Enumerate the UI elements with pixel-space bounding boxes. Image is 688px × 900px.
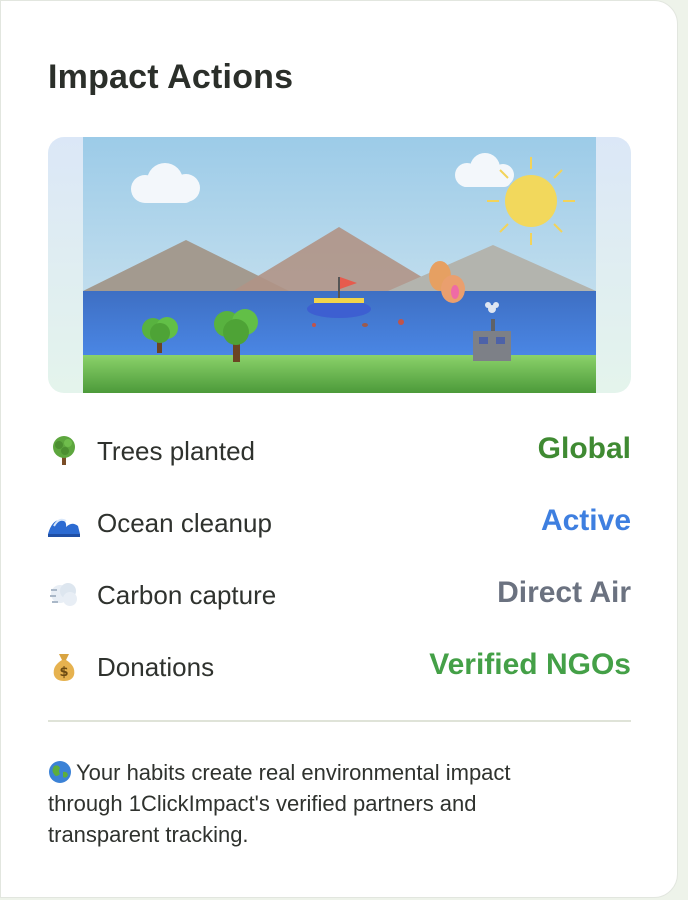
impact-note-text: Your habits create real environmental im… <box>48 760 511 847</box>
action-label: Carbon capture <box>97 580 277 610</box>
action-label: Trees planted <box>97 436 256 466</box>
ocean-debris <box>398 319 404 325</box>
ocean-debris <box>312 323 316 327</box>
action-value: Global <box>537 432 631 465</box>
action-value: Verified NGOs <box>429 648 631 681</box>
wave-icon <box>48 510 80 537</box>
divider <box>48 720 631 722</box>
money-bag-icon: $ <box>53 654 75 681</box>
tree-icon <box>53 436 75 465</box>
action-row-carbon: Carbon capture Direct Air <box>48 572 631 616</box>
grass <box>83 355 596 393</box>
action-value: Active <box>540 504 631 537</box>
action-label: Donations <box>97 652 215 682</box>
wind-icon <box>50 583 77 606</box>
globe-icon <box>49 761 71 783</box>
impact-illustration <box>48 137 631 393</box>
sun <box>505 175 557 227</box>
ocean-debris <box>362 323 368 327</box>
landscape-scene <box>83 137 596 393</box>
card-title: Impact Actions <box>48 58 294 96</box>
action-row-donations: $ Donations Verified NGOs <box>48 644 631 688</box>
impact-note: Your habits create real environmental im… <box>48 757 588 850</box>
action-row-ocean: Ocean cleanup Active <box>48 500 631 544</box>
action-row-trees: Trees planted Global <box>48 428 631 472</box>
impact-actions-card: Impact Actions Trees planted Global Ocea… <box>0 0 678 898</box>
action-label: Ocean cleanup <box>97 508 272 538</box>
action-value: Direct Air <box>497 576 631 609</box>
svg-text:$: $ <box>59 665 68 680</box>
